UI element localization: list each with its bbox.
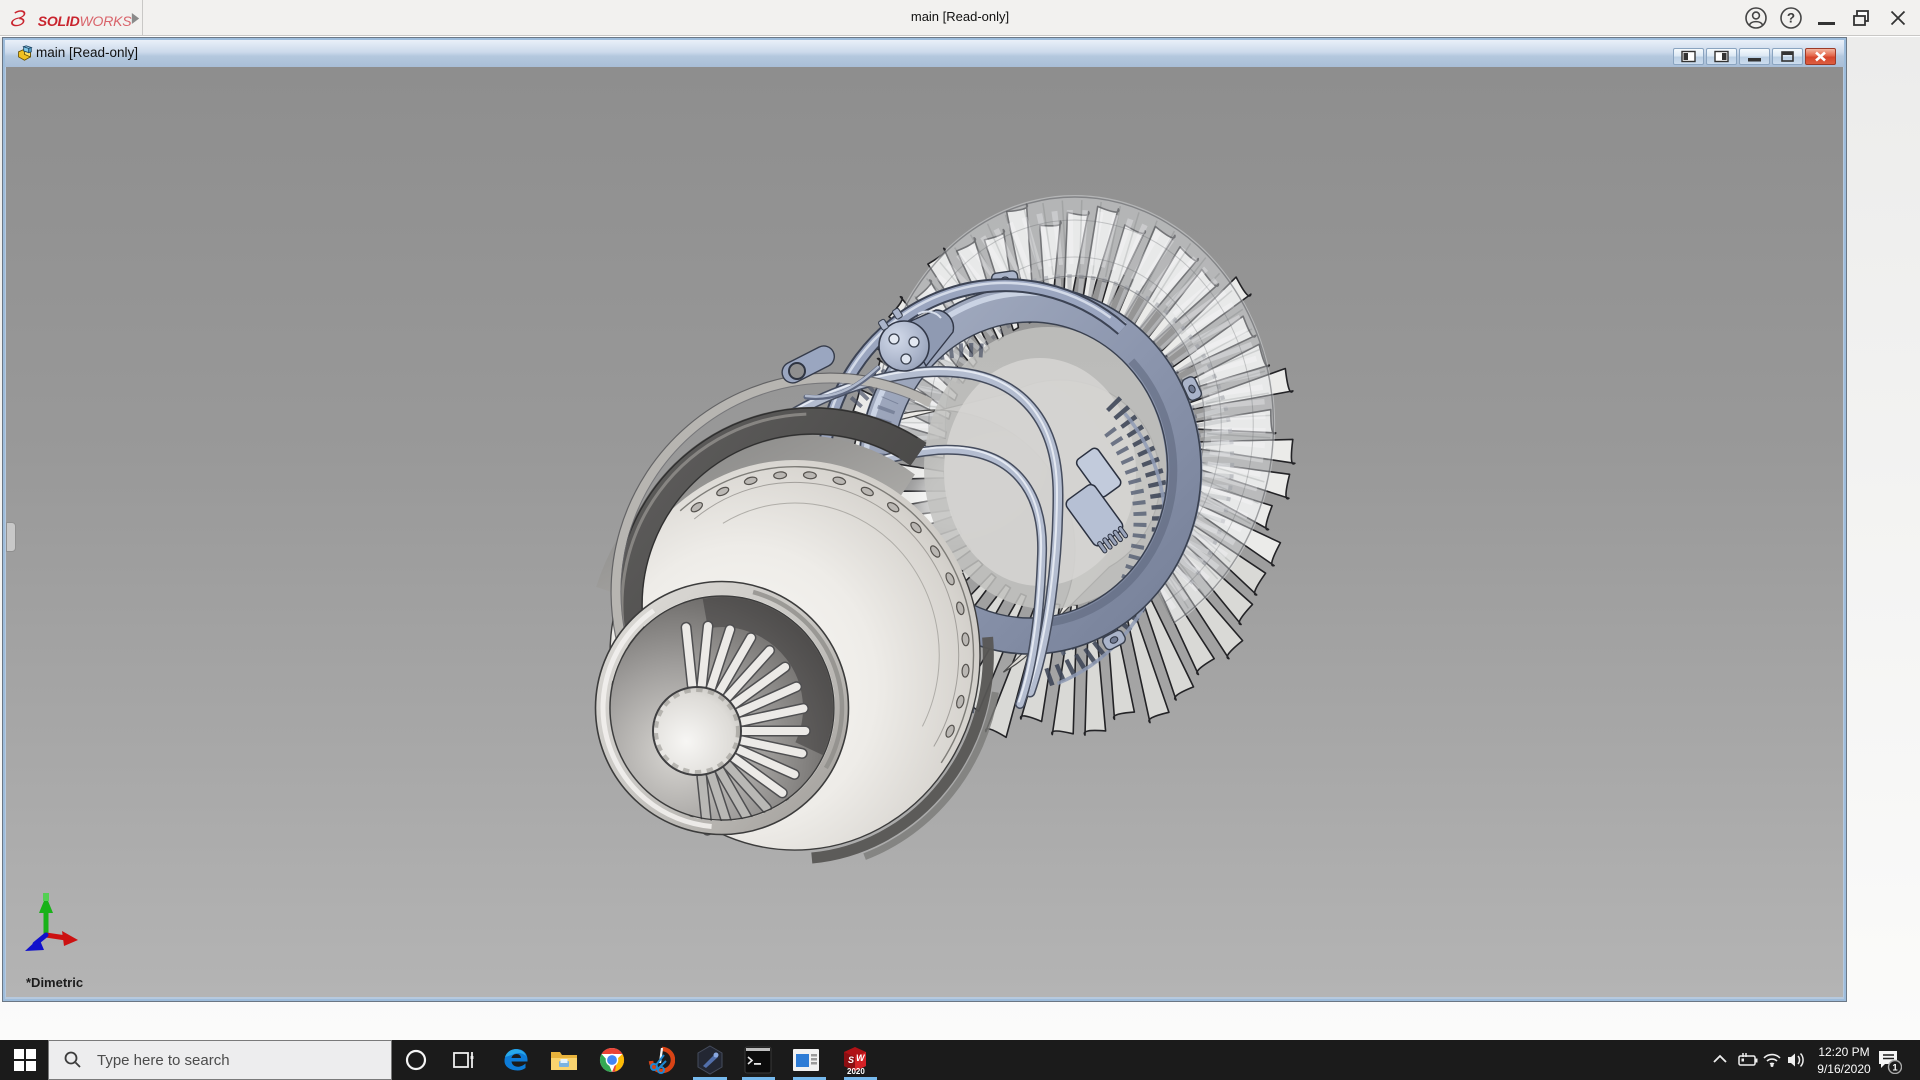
svg-text:?: ? [1787,11,1795,26]
svg-text:12:20 PM: 12:20 PM [1818,1045,1869,1059]
svg-text:S: S [848,1055,854,1065]
svg-text:9/16/2020: 9/16/2020 [1817,1062,1871,1076]
svg-text:1: 1 [1892,1063,1898,1074]
svg-text:2020: 2020 [847,1067,865,1076]
